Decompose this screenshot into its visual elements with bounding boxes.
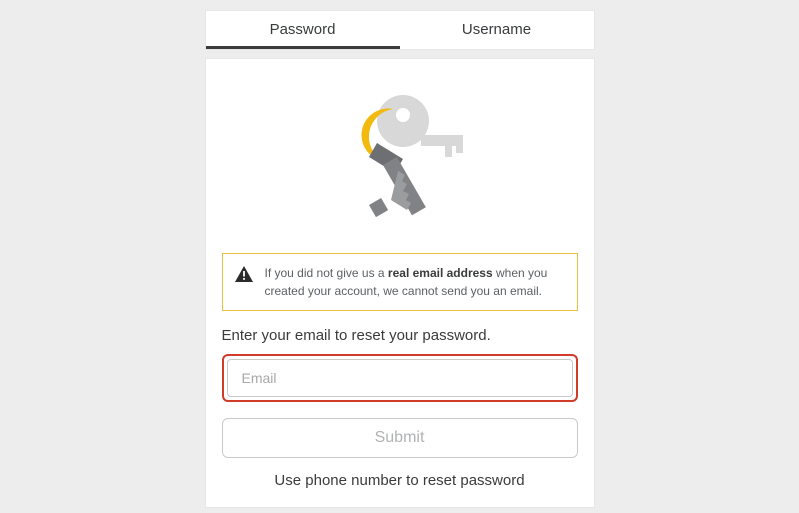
tab-password[interactable]: Password (206, 11, 400, 49)
submit-button[interactable]: Submit (222, 418, 578, 458)
alert-strong: real email address (388, 266, 493, 280)
card: If you did not give us a real email addr… (205, 58, 595, 508)
warning-icon (235, 266, 253, 287)
alert-text: If you did not give us a real email addr… (265, 264, 565, 300)
tabs: Password Username (205, 10, 595, 50)
prompt-text: Enter your email to reset your password. (222, 327, 578, 344)
use-phone-link[interactable]: Use phone number to reset password (222, 472, 578, 489)
key-icon (325, 85, 475, 235)
alert-box: If you did not give us a real email addr… (222, 253, 578, 311)
email-input[interactable] (227, 359, 573, 397)
email-highlight (222, 354, 578, 402)
key-illustration (222, 73, 578, 253)
alert-prefix: If you did not give us a (265, 266, 388, 280)
reset-password-container: Password Username (205, 10, 595, 508)
tab-username[interactable]: Username (400, 11, 594, 49)
